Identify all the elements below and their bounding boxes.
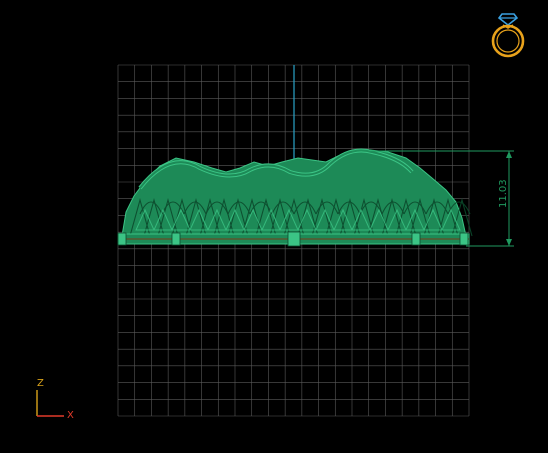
model-base-bead — [411, 232, 421, 246]
model-base-bead — [459, 232, 469, 246]
model-center-bead — [287, 231, 301, 247]
gem-icon — [497, 13, 519, 27]
dimension-label: 11.03 — [498, 179, 509, 208]
dimension-arrow-top — [506, 151, 512, 158]
model-base-bead — [171, 232, 181, 246]
model-base-bead — [117, 232, 127, 246]
dimension-arrow-bottom — [506, 239, 512, 246]
x-axis-label: X — [67, 410, 74, 421]
z-axis-label: Z — [37, 378, 44, 389]
axis-gizmo: Z X — [30, 376, 80, 422]
ring-view-icon[interactable] — [486, 8, 530, 60]
ring-icon — [491, 24, 525, 58]
3d-viewport[interactable]: 11.03 Z X — [0, 0, 548, 453]
viewport-canvas[interactable] — [0, 0, 548, 453]
